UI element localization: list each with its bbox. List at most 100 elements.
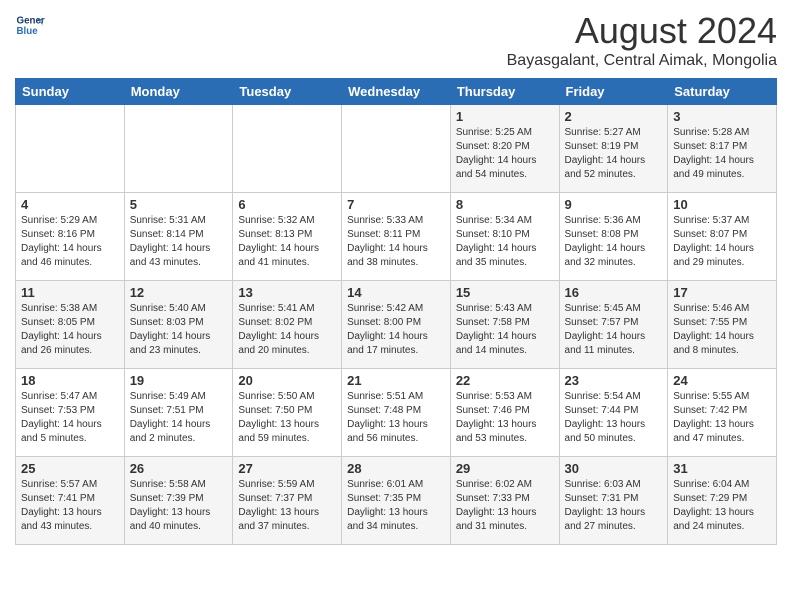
day-cell-3-5: 23 Sunrise: 5:54 AMSunset: 7:44 PMDayligh… — [559, 369, 668, 457]
day-number: 28 — [347, 461, 445, 476]
day-info: Sunrise: 5:37 AMSunset: 8:07 PMDaylight:… — [673, 214, 771, 270]
day-number: 9 — [565, 197, 663, 212]
day-info: Sunrise: 5:40 AMSunset: 8:03 PMDaylight:… — [130, 302, 228, 358]
day-number: 10 — [673, 197, 771, 212]
day-cell-4-3: 28Sunrise: 6:01 AMSunset: 7:35 PMDayligh… — [342, 457, 451, 545]
calendar-table: Sunday Monday Tuesday Wednesday Thursday… — [15, 78, 777, 545]
day-info: Sunrise: 5:25 AMSunset: 8:20 PMDaylight:… — [456, 126, 554, 182]
day-cell-1-2: 6 Sunrise: 5:32 AMSunset: 8:13 PMDaylight… — [233, 193, 342, 281]
day-info: Sunrise: 5:32 AMSunset: 8:13 PMDaylight:… — [238, 214, 336, 270]
week-row-1: 1 Sunrise: 5:25 AMSunset: 8:20 PMDaylight… — [16, 105, 777, 193]
day-info: Sunrise: 5:38 AMSunset: 8:05 PMDaylight:… — [21, 302, 119, 358]
day-cell-3-6: 24Sunrise: 5:55 AMSunset: 7:42 PMDayligh… — [668, 369, 777, 457]
day-info: Sunrise: 5:28 AMSunset: 8:17 PMDaylight:… — [673, 126, 771, 182]
day-cell-4-1: 26 Sunrise: 5:58 AMSunset: 7:39 PMDayligh… — [124, 457, 233, 545]
header-sunday: Sunday — [16, 79, 125, 105]
week-row-5: 25 Sunrise: 5:57 AMSunset: 7:41 PMDayligh… — [16, 457, 777, 545]
day-info: Sunrise: 5:34 AMSunset: 8:10 PMDaylight:… — [456, 214, 554, 270]
day-cell-0-3 — [342, 105, 451, 193]
day-number: 26 — [130, 461, 228, 476]
day-number: 2 — [565, 109, 663, 124]
day-cell-0-1 — [124, 105, 233, 193]
logo-icon: General Blue — [15, 10, 45, 40]
day-cell-1-0: 4 Sunrise: 5:29 AMSunset: 8:16 PMDaylight… — [16, 193, 125, 281]
day-info: Sunrise: 5:49 AMSunset: 7:51 PMDaylight:… — [130, 390, 228, 446]
day-cell-2-3: 14 Sunrise: 5:42 AMSunset: 8:00 PMDayligh… — [342, 281, 451, 369]
day-number: 6 — [238, 197, 336, 212]
day-number: 25 — [21, 461, 119, 476]
location: Bayasgalant, Central Aimak, Mongolia — [507, 52, 777, 70]
day-info: Sunrise: 5:41 AMSunset: 8:02 PMDaylight:… — [238, 302, 336, 358]
day-number: 14 — [347, 285, 445, 300]
day-number: 7 — [347, 197, 445, 212]
day-number: 1 — [456, 109, 554, 124]
header-thursday: Thursday — [450, 79, 559, 105]
day-cell-2-1: 12 Sunrise: 5:40 AMSunset: 8:03 PMDayligh… — [124, 281, 233, 369]
day-number: 24 — [673, 373, 771, 388]
day-info: Sunrise: 5:27 AMSunset: 8:19 PMDaylight:… — [565, 126, 663, 182]
day-number: 21 — [347, 373, 445, 388]
day-info: Sunrise: 5:57 AMSunset: 7:41 PMDaylight:… — [21, 478, 119, 534]
day-cell-1-5: 9 Sunrise: 5:36 AMSunset: 8:08 PMDaylight… — [559, 193, 668, 281]
day-info: Sunrise: 5:42 AMSunset: 8:00 PMDaylight:… — [347, 302, 445, 358]
day-info: Sunrise: 5:29 AMSunset: 8:16 PMDaylight:… — [21, 214, 119, 270]
day-number: 31 — [673, 461, 771, 476]
day-number: 16 — [565, 285, 663, 300]
day-number: 12 — [130, 285, 228, 300]
header-tuesday: Tuesday — [233, 79, 342, 105]
day-cell-4-6: 31 Sunrise: 6:04 AMSunset: 7:29 PMDayligh… — [668, 457, 777, 545]
day-info: Sunrise: 5:50 AMSunset: 7:50 PMDaylight:… — [238, 390, 336, 446]
day-info: Sunrise: 5:36 AMSunset: 8:08 PMDaylight:… — [565, 214, 663, 270]
day-cell-1-4: 8 Sunrise: 5:34 AMSunset: 8:10 PMDaylight… — [450, 193, 559, 281]
day-number: 5 — [130, 197, 228, 212]
day-cell-2-6: 17 Sunrise: 5:46 AMSunset: 7:55 PMDayligh… — [668, 281, 777, 369]
day-info: Sunrise: 5:46 AMSunset: 7:55 PMDaylight:… — [673, 302, 771, 358]
day-info: Sunrise: 5:54 AMSunset: 7:44 PMDaylight:… — [565, 390, 663, 446]
day-number: 17 — [673, 285, 771, 300]
day-cell-4-0: 25 Sunrise: 5:57 AMSunset: 7:41 PMDayligh… — [16, 457, 125, 545]
day-cell-1-6: 10 Sunrise: 5:37 AMSunset: 8:07 PMDayligh… — [668, 193, 777, 281]
day-info: Sunrise: 6:03 AMSunset: 7:31 PMDaylight:… — [565, 478, 663, 534]
day-cell-1-1: 5Sunrise: 5:31 AMSunset: 8:14 PMDaylight… — [124, 193, 233, 281]
svg-text:General: General — [17, 16, 46, 27]
day-cell-0-2 — [233, 105, 342, 193]
day-cell-1-3: 7Sunrise: 5:33 AMSunset: 8:11 PMDaylight… — [342, 193, 451, 281]
header-wednesday: Wednesday — [342, 79, 451, 105]
day-number: 22 — [456, 373, 554, 388]
week-row-4: 18Sunrise: 5:47 AMSunset: 7:53 PMDayligh… — [16, 369, 777, 457]
day-number: 4 — [21, 197, 119, 212]
day-cell-0-4: 1 Sunrise: 5:25 AMSunset: 8:20 PMDaylight… — [450, 105, 559, 193]
day-info: Sunrise: 5:53 AMSunset: 7:46 PMDaylight:… — [456, 390, 554, 446]
day-cell-4-4: 29Sunrise: 6:02 AMSunset: 7:33 PMDayligh… — [450, 457, 559, 545]
day-cell-2-2: 13Sunrise: 5:41 AMSunset: 8:02 PMDayligh… — [233, 281, 342, 369]
header: General Blue August 2024 Bayasgalant, Ce… — [15, 10, 777, 70]
day-info: Sunrise: 5:59 AMSunset: 7:37 PMDaylight:… — [238, 478, 336, 534]
day-cell-2-4: 15Sunrise: 5:43 AMSunset: 7:58 PMDayligh… — [450, 281, 559, 369]
day-number: 8 — [456, 197, 554, 212]
day-info: Sunrise: 6:04 AMSunset: 7:29 PMDaylight:… — [673, 478, 771, 534]
day-cell-4-2: 27 Sunrise: 5:59 AMSunset: 7:37 PMDayligh… — [233, 457, 342, 545]
day-cell-3-2: 20 Sunrise: 5:50 AMSunset: 7:50 PMDayligh… — [233, 369, 342, 457]
day-info: Sunrise: 5:47 AMSunset: 7:53 PMDaylight:… — [21, 390, 119, 446]
header-monday: Monday — [124, 79, 233, 105]
weekday-header-row: Sunday Monday Tuesday Wednesday Thursday… — [16, 79, 777, 105]
day-cell-2-0: 11 Sunrise: 5:38 AMSunset: 8:05 PMDayligh… — [16, 281, 125, 369]
day-number: 20 — [238, 373, 336, 388]
header-saturday: Saturday — [668, 79, 777, 105]
day-number: 23 — [565, 373, 663, 388]
week-row-3: 11 Sunrise: 5:38 AMSunset: 8:05 PMDayligh… — [16, 281, 777, 369]
day-cell-0-5: 2 Sunrise: 5:27 AMSunset: 8:19 PMDaylight… — [559, 105, 668, 193]
month-year: August 2024 — [507, 10, 777, 52]
day-info: Sunrise: 5:58 AMSunset: 7:39 PMDaylight:… — [130, 478, 228, 534]
day-number: 11 — [21, 285, 119, 300]
day-number: 30 — [565, 461, 663, 476]
day-cell-3-1: 19Sunrise: 5:49 AMSunset: 7:51 PMDayligh… — [124, 369, 233, 457]
calendar-container: General Blue August 2024 Bayasgalant, Ce… — [0, 0, 792, 555]
day-number: 27 — [238, 461, 336, 476]
day-info: Sunrise: 5:43 AMSunset: 7:58 PMDaylight:… — [456, 302, 554, 358]
title-area: August 2024 Bayasgalant, Central Aimak, … — [507, 10, 777, 70]
day-number: 29 — [456, 461, 554, 476]
day-cell-3-4: 22 Sunrise: 5:53 AMSunset: 7:46 PMDayligh… — [450, 369, 559, 457]
header-friday: Friday — [559, 79, 668, 105]
day-cell-4-5: 30 Sunrise: 6:03 AMSunset: 7:31 PMDayligh… — [559, 457, 668, 545]
